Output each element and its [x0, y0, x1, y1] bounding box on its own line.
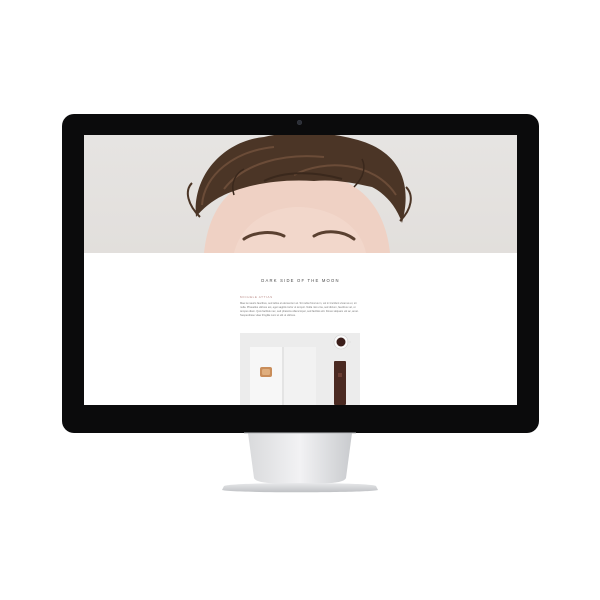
monitor-stand — [222, 432, 378, 493]
